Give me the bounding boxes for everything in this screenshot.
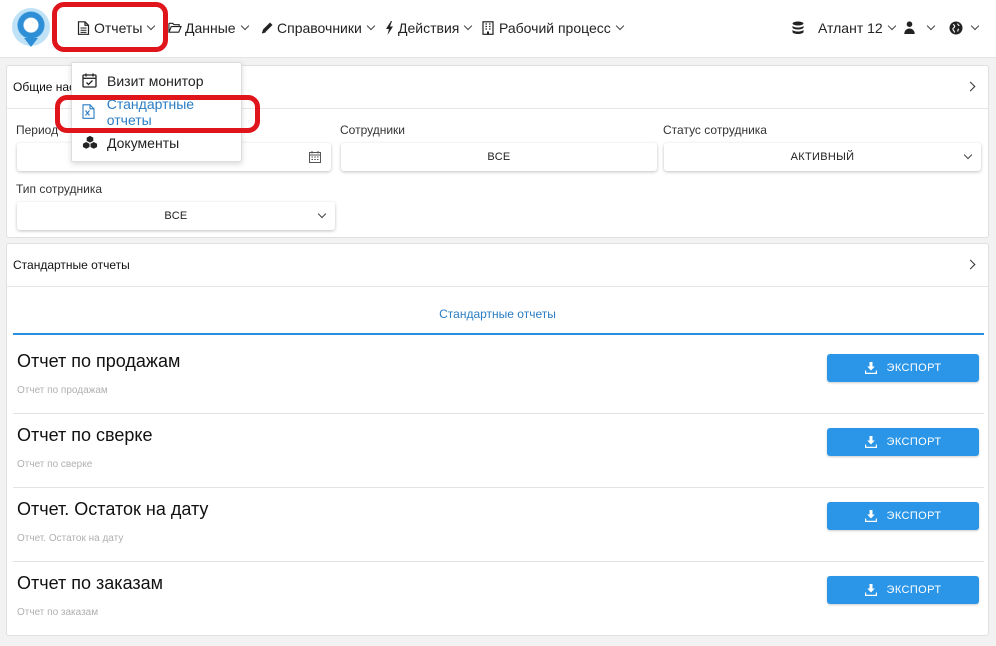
report-subtitle: Отчет по заказам [17,607,99,618]
reports-panel: Стандартные отчеты Стандартные отчеты От… [6,243,989,636]
chevron-down-icon [366,21,376,31]
tab-underline [13,333,984,335]
chevron-down-icon [464,21,473,31]
nav-data-label: Данные [185,20,236,36]
reports-panel-header[interactable]: Стандартные отчеты [7,244,988,287]
export-button-label: ЭКСПОРТ [886,584,942,596]
report-subtitle: Отчет. Остаток на дату [17,533,124,544]
report-subtitle: Отчет по продажам [17,385,108,396]
tab-standard-reports[interactable]: Стандартные отчеты [7,307,988,321]
export-button-label: ЭКСПОРТ [886,362,942,374]
employees-value: ВСЕ [487,151,511,163]
menu-item-visit-monitor[interactable]: Визит монитор [72,69,241,93]
panel-title: Стандартные отчеты [13,258,130,272]
nav-actions-label: Действия [398,20,460,36]
employees-field[interactable]: ВСЕ [341,143,657,171]
status-select[interactable]: АКТИВНЫЙ [664,143,981,171]
report-title: Отчет по заказам [17,573,164,593]
employees-label: Сотрудники [340,123,405,137]
globe-icon [949,21,963,35]
nav-actions[interactable]: Действия [385,17,473,39]
nav-references-label: Справочники [277,20,362,36]
building-icon [482,21,496,35]
calendar-icon[interactable] [309,151,321,163]
download-icon [864,436,877,448]
user-icon [904,21,915,35]
folder-open-icon [168,21,182,35]
download-icon [864,362,877,374]
standard-reports-highlight [55,95,260,133]
database-icon [792,21,806,35]
export-button[interactable]: ЭКСПОРТ [827,354,979,382]
database-label: Атлант 12 [818,20,883,36]
chevron-down-icon [615,21,625,31]
nav-workflow[interactable]: Рабочий процесс [482,17,625,39]
report-row-orders: Отчет по заказам Отчет по заказам ЭКСПОР… [13,562,984,636]
report-row-balance: Отчет. Остаток на дату Отчет. Остаток на… [13,488,984,562]
database-selector[interactable]: Атлант 12 [792,17,896,39]
nav-workflow-label: Рабочий процесс [499,20,611,36]
export-button[interactable]: ЭКСПОРТ [827,576,979,604]
employee-type-select[interactable]: ВСЕ [17,202,335,230]
pencil-icon [260,21,274,35]
calendar-check-icon [82,73,98,89]
language-menu[interactable] [949,17,980,39]
download-icon [864,584,877,596]
chevron-down-icon [317,209,327,219]
export-button-label: ЭКСПОРТ [886,510,942,522]
employee-type-value: ВСЕ [164,210,188,222]
report-title: Отчет по сверке [17,425,153,445]
status-label: Статус сотрудника [663,123,767,137]
report-subtitle: Отчет по сверке [17,459,93,470]
export-button[interactable]: ЭКСПОРТ [827,502,979,530]
report-title: Отчет. Остаток на дату [17,499,209,519]
top-navbar: Отчеты Данные Справочники Действия Рабоч… [0,0,996,58]
chevron-right-icon [965,259,976,270]
export-button[interactable]: ЭКСПОРТ [827,428,979,456]
nav-data[interactable]: Данные [168,17,249,39]
chevron-down-icon [240,21,249,31]
report-row-sales: Отчет по продажам Отчет по продажам ЭКСП… [13,340,984,414]
user-menu[interactable] [904,17,936,39]
menu-item-label: Документы [107,135,180,151]
app-logo[interactable] [12,8,50,47]
chevron-down-icon [970,21,980,31]
chevron-down-icon [963,150,973,160]
reports-menu-highlight [52,2,168,52]
report-row-reconciliation: Отчет по сверке Отчет по сверке ЭКСПОРТ [13,414,984,488]
menu-item-documents[interactable]: Документы [72,131,241,155]
chevron-down-icon [887,21,896,31]
cubes-icon [82,135,98,151]
export-button-label: ЭКСПОРТ [886,436,942,448]
employee-type-label: Тип сотрудника [16,182,103,196]
status-value: АКТИВНЫЙ [790,151,855,163]
period-label: Период [16,123,59,137]
menu-item-label: Визит монитор [107,73,204,89]
nav-references[interactable]: Справочники [260,17,376,39]
bolt-icon [385,21,395,35]
chevron-down-icon [926,21,936,31]
chevron-right-icon [965,81,976,92]
report-title: Отчет по продажам [17,351,181,371]
download-icon [864,510,877,522]
